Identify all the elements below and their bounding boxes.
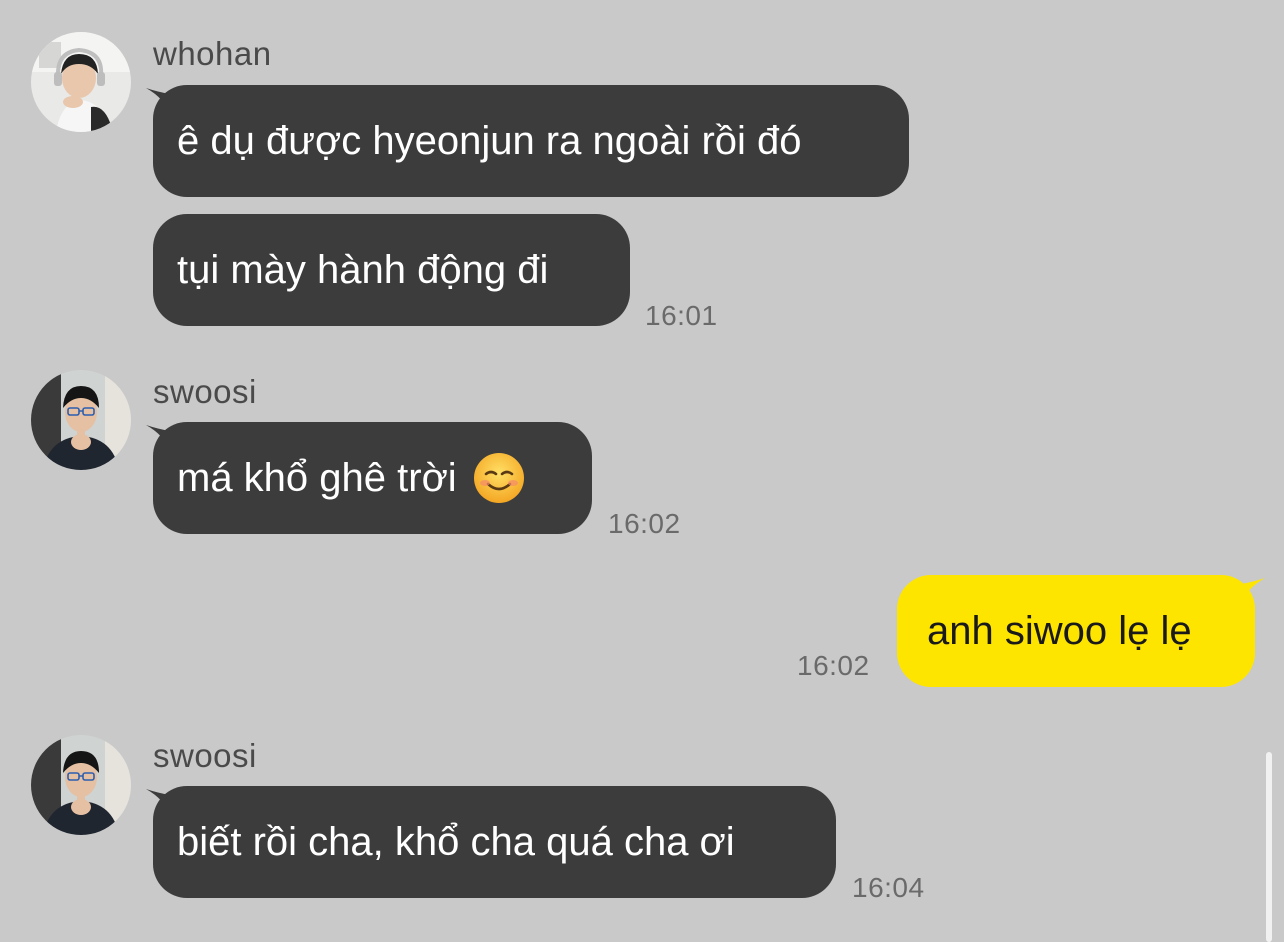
timestamp: 16:02 (797, 650, 870, 681)
avatar-whohan[interactable] (31, 32, 131, 132)
message-bubble[interactable]: má khổ ghê trời (153, 422, 592, 534)
sender-name: swoosi (153, 737, 257, 774)
scrollbar[interactable] (1266, 752, 1272, 942)
avatar-swoosi[interactable] (31, 370, 131, 470)
message-text: tụi mày hành động đi (177, 247, 549, 292)
sender-name: swoosi (153, 373, 257, 410)
timestamp: 16:04 (852, 872, 925, 903)
smiling-face-emoji (473, 453, 524, 503)
message-text: biết rồi cha, khổ cha quá cha ơi (177, 819, 735, 864)
message-bubble[interactable]: biết rồi cha, khổ cha quá cha ơi (153, 786, 836, 898)
message-bubble[interactable]: tụi mày hành động đi (153, 214, 630, 326)
message-text: má khổ ghê trời (177, 455, 457, 500)
message-bubble[interactable]: ê dụ được hyeonjun ra ngoài rồi đó (153, 85, 909, 197)
chat-view: whohan ê dụ được hyeonjun ra ngoài rồi đ… (0, 0, 1284, 942)
sender-name: whohan (153, 35, 272, 72)
bubble-tail (1241, 578, 1265, 604)
timestamp: 16:01 (645, 300, 718, 331)
timestamp: 16:02 (608, 508, 681, 539)
message-text: anh siwoo lẹ lẹ (927, 608, 1192, 653)
message-text: ê dụ được hyeonjun ra ngoài rồi đó (177, 118, 802, 163)
message-bubble-outgoing[interactable]: anh siwoo lẹ lẹ (897, 575, 1255, 687)
avatar-swoosi[interactable] (31, 735, 131, 835)
